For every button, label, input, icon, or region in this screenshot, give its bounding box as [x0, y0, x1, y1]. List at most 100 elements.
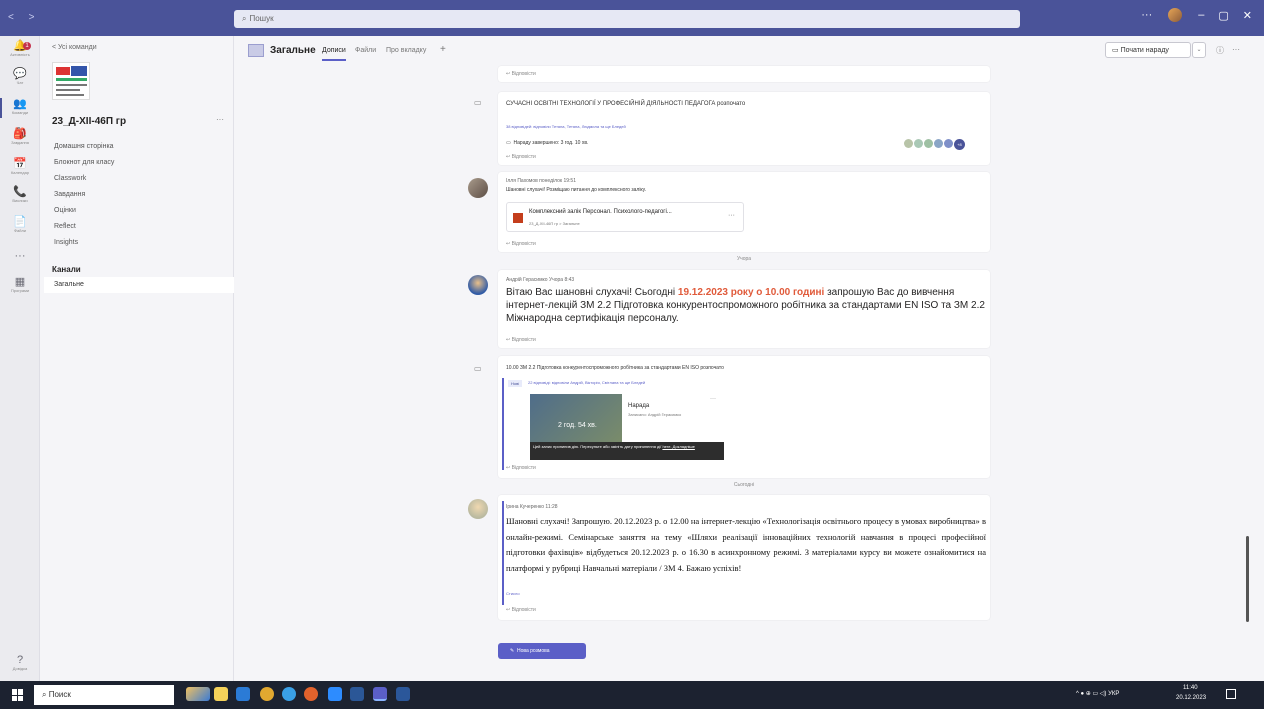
- team-nav-insights[interactable]: Insights: [54, 239, 78, 246]
- team-nav-classwork[interactable]: Classwork: [54, 175, 86, 182]
- recording-card[interactable]: 2 год. 54 хв. Нарада Записано: Андрій Ге…: [530, 394, 724, 460]
- system-tray[interactable]: ^ ● ⊕ ▭ ◁) УКР: [1076, 690, 1119, 697]
- maximize-button[interactable]: ▢: [1218, 9, 1228, 22]
- team-nav-grades[interactable]: Оцінки: [54, 207, 76, 214]
- new-conversation-button[interactable]: ✎ Нова розмова: [498, 643, 586, 659]
- rail-item-files[interactable]: 📄 Файли: [0, 216, 40, 233]
- apps-icon: ▦: [14, 276, 26, 288]
- video-icon: ▭: [1112, 47, 1121, 54]
- rail-label: Довідка: [12, 666, 28, 671]
- new-conversation-label: Нова розмова: [516, 648, 550, 654]
- taskbar-app-icon[interactable]: [350, 687, 364, 701]
- see-less-link[interactable]: Стисло: [506, 591, 520, 596]
- team-more-icon[interactable]: ···: [216, 115, 224, 124]
- learn-more-link[interactable]: here. Докладніше: [662, 444, 694, 449]
- word-icon[interactable]: [396, 687, 410, 701]
- rail-item-chat[interactable]: 💬 Чат: [0, 68, 40, 85]
- message-card: ↩ Відповісти: [498, 66, 990, 82]
- firefox-icon[interactable]: [304, 687, 318, 701]
- channel-icon: [248, 44, 264, 57]
- search-input[interactable]: ⌕ Пошук: [234, 10, 1020, 28]
- meet-now-button[interactable]: ▭ Почати нараду: [1105, 42, 1191, 58]
- nav-arrows[interactable]: < >: [8, 12, 40, 23]
- reply-button[interactable]: ↩ Відповісти: [506, 607, 536, 613]
- participant-avatars: +8: [904, 139, 965, 150]
- compose-icon: ✎: [510, 648, 517, 654]
- more-participants-badge[interactable]: +8: [954, 139, 965, 150]
- replies-link[interactable]: 22 відповіді: відповіли Андрій, Вікторія…: [528, 380, 645, 385]
- team-nav-reflect[interactable]: Reflect: [54, 223, 76, 230]
- avatar[interactable]: [468, 178, 488, 198]
- meet-dropdown-icon[interactable]: ⌄: [1192, 42, 1206, 58]
- rail-item-calendar[interactable]: 📅 Календар: [0, 158, 40, 175]
- calendar-icon: 📅: [13, 158, 27, 170]
- avatar[interactable]: [468, 275, 488, 295]
- reply-button[interactable]: ↩ Відповісти: [506, 241, 536, 247]
- zoom-icon[interactable]: [328, 687, 342, 701]
- recording-more-icon[interactable]: ···: [710, 396, 716, 402]
- tab-about[interactable]: Про вкладку: [386, 47, 426, 54]
- rail-item-activity[interactable]: 🔔 Активність 1: [0, 40, 40, 57]
- rail-item-more[interactable]: ···: [0, 250, 40, 262]
- rail-item-assignments[interactable]: 🎒 Завдання: [0, 128, 40, 145]
- file-more-icon[interactable]: ···: [728, 212, 735, 219]
- reply-button[interactable]: ↩ Відповісти: [506, 465, 536, 471]
- teams-taskbar-icon[interactable]: [373, 687, 387, 701]
- rail-item-help[interactable]: ? Довідка: [0, 654, 40, 671]
- message-text: Шановні слухачі! Запрошую. 20.12.2023 р.…: [506, 516, 986, 573]
- channel-title: Загальне: [270, 45, 316, 56]
- reply-button[interactable]: ↩ Відповісти: [506, 337, 536, 343]
- rail-item-teams[interactable]: 👥 Команди: [0, 98, 40, 118]
- powerpoint-icon: [513, 213, 523, 223]
- participant-avatar: [914, 139, 923, 148]
- feed-scrollbar[interactable]: [1246, 536, 1249, 622]
- message-text: Шановні слухачі! Розміщаю питання до ком…: [506, 187, 647, 193]
- reply-button[interactable]: ↩ Відповісти: [506, 154, 536, 160]
- rail-label: Завдання: [11, 140, 29, 145]
- notification-icon[interactable]: [1226, 689, 1236, 699]
- taskbar-app-widget[interactable]: [186, 687, 210, 701]
- add-tab-button[interactable]: +: [440, 44, 446, 55]
- tab-posts[interactable]: Дописи: [322, 47, 346, 61]
- taskbar-search[interactable]: ⌕ Поиск: [34, 685, 174, 705]
- windows-taskbar: ⌕ Поиск ^ ● ⊕ ▭ ◁) УКР 11:40 20.12.2023: [0, 681, 1264, 709]
- team-name: 23_Д-ХІІ-46П гр: [52, 116, 127, 127]
- channel-header: Загальне Дописи Файли Про вкладку + ▭ По…: [234, 36, 1264, 66]
- channel-item-general[interactable]: Загальне: [44, 277, 234, 293]
- file-explorer-icon[interactable]: [214, 687, 228, 701]
- close-button[interactable]: ✕: [1243, 9, 1252, 22]
- edge-icon[interactable]: [282, 687, 296, 701]
- avatar[interactable]: [468, 499, 488, 519]
- recording-title: Нарада: [628, 403, 650, 409]
- replies-link[interactable]: 38 відповідей: відповіли Тетяна, Тетяна,…: [506, 124, 626, 129]
- team-nav-assignments[interactable]: Завдання: [54, 191, 85, 198]
- windows-start-icon[interactable]: [12, 689, 24, 701]
- search-placeholder: Пошук: [249, 14, 274, 23]
- team-nav-notebook[interactable]: Блокнот для класу: [54, 159, 114, 166]
- recording-thumbnail: 2 год. 54 хв.: [530, 394, 622, 442]
- all-teams-link[interactable]: < Усі команди: [52, 44, 97, 51]
- tab-files[interactable]: Файли: [355, 47, 376, 54]
- search-icon: ⌕: [42, 690, 49, 699]
- participant-avatar: [944, 139, 953, 148]
- calls-icon: 📞: [13, 186, 27, 198]
- taskbar-app-icon[interactable]: [236, 687, 250, 701]
- minimize-button[interactable]: –: [1198, 9, 1204, 21]
- more-options-icon[interactable]: ···: [1232, 45, 1240, 54]
- clock-time[interactable]: 11:40: [1183, 685, 1198, 691]
- message-feed: ↩ Відповісти ▭ СУЧАСНІ ОСВІТНІ ТЕХНОЛОГІ…: [234, 66, 1264, 681]
- file-attachment[interactable]: Комплексний залік Персонал. Психолого-пе…: [506, 202, 744, 232]
- rail-item-calls[interactable]: 📞 Виклики: [0, 186, 40, 203]
- team-nav-home[interactable]: Домашня сторінка: [54, 143, 114, 150]
- message-author: Андрій Герасимко Учора 8:43: [506, 277, 575, 283]
- more-options-icon[interactable]: ···: [1141, 9, 1152, 21]
- clock-date[interactable]: 20.12.2023: [1176, 695, 1206, 701]
- notification-badge: 1: [23, 42, 31, 50]
- chrome-icon[interactable]: [260, 687, 274, 701]
- user-avatar[interactable]: [1166, 6, 1185, 24]
- message-card-3: Андрій Герасимко Учора 8:43 Вітаю Вас ша…: [498, 270, 990, 348]
- message-text: Вітаю Вас шановні слухачі! Сьогодні 19.1…: [506, 286, 986, 325]
- info-icon[interactable]: ⓘ: [1216, 45, 1224, 56]
- rail-item-apps[interactable]: ▦ Програми: [0, 276, 40, 293]
- reply-button[interactable]: ↩ Відповісти: [506, 71, 536, 77]
